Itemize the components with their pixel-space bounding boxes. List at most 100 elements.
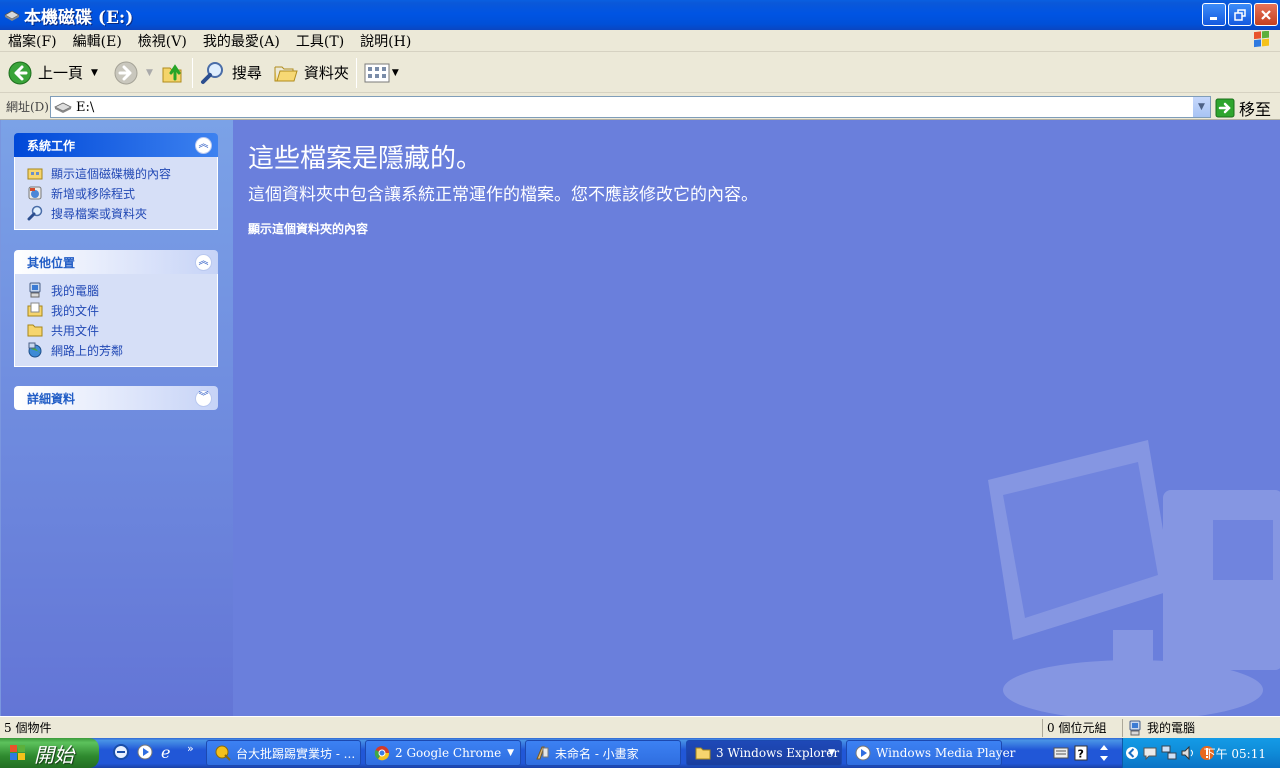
folders-label: 資料夾 [303, 64, 349, 82]
folder-contents-icon [27, 168, 43, 180]
input-arrows-icon[interactable] [1098, 744, 1110, 762]
network-places-link[interactable]: 網路上的芳鄰 [27, 340, 217, 360]
folder-icon [695, 747, 711, 760]
title-bar[interactable]: 本機磁碟 (E:) [0, 0, 1280, 30]
restore-icon [1234, 8, 1246, 21]
task-media-player[interactable]: Windows Media Player [846, 740, 1015, 766]
chat-bubble-icon[interactable] [1142, 745, 1158, 761]
task-pane: 系統工作 ︽ 顯示這個磁碟機的內容 新增或移除程式 搜尋檔案或資料夾 其他位置 … [1, 120, 233, 716]
system-tray: 下午 05:11 [1122, 738, 1280, 768]
menu-help[interactable]: 說明(H) [352, 31, 419, 51]
panel-title: 系統工作 [27, 138, 76, 153]
views-dropdown-icon[interactable]: ▼ [392, 68, 399, 78]
menu-view[interactable]: 檢視(V) [130, 31, 195, 51]
system-tasks-header[interactable]: 系統工作 ︽ [14, 133, 218, 157]
explorer-content: 系統工作 ︽ 顯示這個磁碟機的內容 新增或移除程式 搜尋檔案或資料夾 其他位置 … [0, 120, 1280, 716]
quicklaunch-browser-icon[interactable]: e [159, 743, 177, 761]
go-button[interactable]: 移至 [1215, 96, 1271, 120]
forward-arrow-icon [114, 61, 138, 84]
clock: 下午 05:11 [1203, 746, 1266, 761]
my-computer-link[interactable]: 我的電腦 [27, 280, 217, 300]
task-paint[interactable]: 未命名 - 小畫家 [525, 740, 681, 766]
other-places-header[interactable]: 其他位置 ︽ [14, 250, 218, 274]
restore-button[interactable] [1228, 3, 1252, 26]
tray-expand-icon[interactable] [1125, 744, 1139, 762]
status-location: 我的電腦 [1122, 718, 1199, 737]
taskbar: 開始 e » 台大批踢踢實業坊 - ... 2 Google Chrome ▼ … [0, 738, 1280, 768]
menu-edit[interactable]: 編輯(E) [65, 31, 130, 51]
start-label: 開始 [34, 742, 74, 767]
main-pane: 這些檔案是隱藏的。 這個資料夾中包含讓系統正常運作的檔案。您不應該修改它的內容。… [233, 120, 1280, 716]
sidebar-item-label: 我的文件 [51, 303, 100, 318]
task-label: 2 Google Chrome [395, 746, 502, 760]
search-files-link[interactable]: 搜尋檔案或資料夾 [27, 203, 217, 223]
media-player-icon [855, 745, 871, 761]
menu-file[interactable]: 檔案(F) [0, 31, 65, 51]
system-tasks-body: 顯示這個磁碟機的內容 新增或移除程式 搜尋檔案或資料夾 [14, 157, 218, 230]
add-remove-programs-link[interactable]: 新增或移除程式 [27, 183, 217, 203]
address-value: E:\ [76, 99, 95, 115]
menu-favorites[interactable]: 我的最愛(A) [195, 31, 288, 51]
close-button[interactable] [1254, 3, 1278, 26]
my-computer-icon [29, 282, 41, 298]
chevron-up-icon[interactable]: ︽ [195, 253, 212, 271]
search-button[interactable]: 搜尋 [196, 56, 266, 90]
back-button[interactable]: 上一頁 ▼ [4, 56, 102, 90]
address-bar: 網址(D) E:\ ▼ 移至 [0, 94, 1280, 120]
minimize-button[interactable] [1202, 3, 1226, 26]
network-icon[interactable] [1161, 745, 1177, 761]
address-label: 網址(D) [6, 100, 49, 114]
task-label: Windows Media Player [876, 746, 1016, 760]
menu-bar: 檔案(F) 編輯(E) 檢視(V) 我的最愛(A) 工具(T) 說明(H) [0, 30, 1280, 52]
panel-title: 其他位置 [27, 255, 76, 270]
sidebar-item-label: 顯示這個磁碟機的內容 [51, 166, 172, 181]
chevron-down-icon: ▼ [828, 748, 835, 758]
go-label: 移至 [1239, 100, 1272, 119]
chevron-down-icon[interactable]: ︾ [195, 389, 212, 407]
menu-tools[interactable]: 工具(T) [288, 31, 352, 51]
quicklaunch-ie-icon[interactable] [112, 743, 130, 761]
address-dropdown-button[interactable]: ▼ [1192, 97, 1210, 117]
address-input[interactable]: E:\ ▼ [50, 96, 1211, 118]
windows-logo-icon [10, 745, 25, 760]
folders-button[interactable]: 資料夾 [270, 56, 353, 90]
my-documents-link[interactable]: 我的文件 [27, 300, 217, 320]
chevron-up-icon[interactable]: ︽ [195, 136, 212, 154]
task-chrome[interactable]: 2 Google Chrome ▼ [365, 740, 521, 766]
panel-title: 詳細資料 [27, 391, 76, 406]
sidebar-item-label: 網路上的芳鄰 [51, 343, 124, 358]
help-icon[interactable]: ? [1074, 745, 1088, 761]
task-label: 台大批踢踢實業坊 - ... [236, 746, 356, 761]
up-folder-icon [162, 63, 182, 82]
add-remove-programs-icon [28, 186, 42, 200]
volume-icon[interactable] [1180, 745, 1196, 761]
up-folder-button[interactable] [157, 56, 189, 90]
quicklaunch-media-icon[interactable] [136, 743, 154, 761]
views-button[interactable]: ▼ [360, 56, 403, 90]
forward-dropdown-icon[interactable]: ▼ [146, 68, 153, 78]
sidebar-item-label: 搜尋檔案或資料夾 [51, 206, 148, 221]
show-drive-contents-link[interactable]: 顯示這個磁碟機的內容 [27, 163, 217, 183]
show-folder-contents-link[interactable]: 顯示這個資料夾的內容 [248, 220, 368, 237]
quicklaunch-more-icon[interactable]: » [187, 742, 194, 755]
forward-button[interactable]: ▼ [110, 56, 157, 90]
details-header[interactable]: 詳細資料 ︾ [14, 386, 218, 410]
toolbar-separator [355, 57, 357, 88]
back-arrow-icon [8, 61, 32, 84]
keyboard-icon[interactable] [1053, 746, 1069, 760]
start-button[interactable]: 開始 [0, 738, 99, 768]
status-bar: 5 個物件 0 個位元組 我的電腦 [0, 716, 1280, 738]
details-panel: 詳細資料 ︾ [14, 386, 218, 410]
hidden-files-description: 這個資料夾中包含讓系統正常運作的檔案。您不應該修改它的內容。 [248, 185, 758, 205]
svg-text:?: ? [1078, 748, 1084, 761]
sidebar-item-label: 共用文件 [51, 323, 100, 338]
drive-icon [54, 102, 72, 113]
status-object-count: 5 個物件 [4, 721, 52, 735]
task-ptt[interactable]: 台大批踢踢實業坊 - ... [206, 740, 361, 766]
back-dropdown-icon[interactable]: ▼ [91, 68, 98, 78]
task-windows-explorer[interactable]: 3 Windows Explorer ▼ [686, 740, 842, 766]
paint-icon [536, 746, 549, 760]
shared-documents-link[interactable]: 共用文件 [27, 320, 217, 340]
chevron-down-icon: ▼ [507, 748, 514, 758]
my-documents-icon [27, 302, 43, 317]
